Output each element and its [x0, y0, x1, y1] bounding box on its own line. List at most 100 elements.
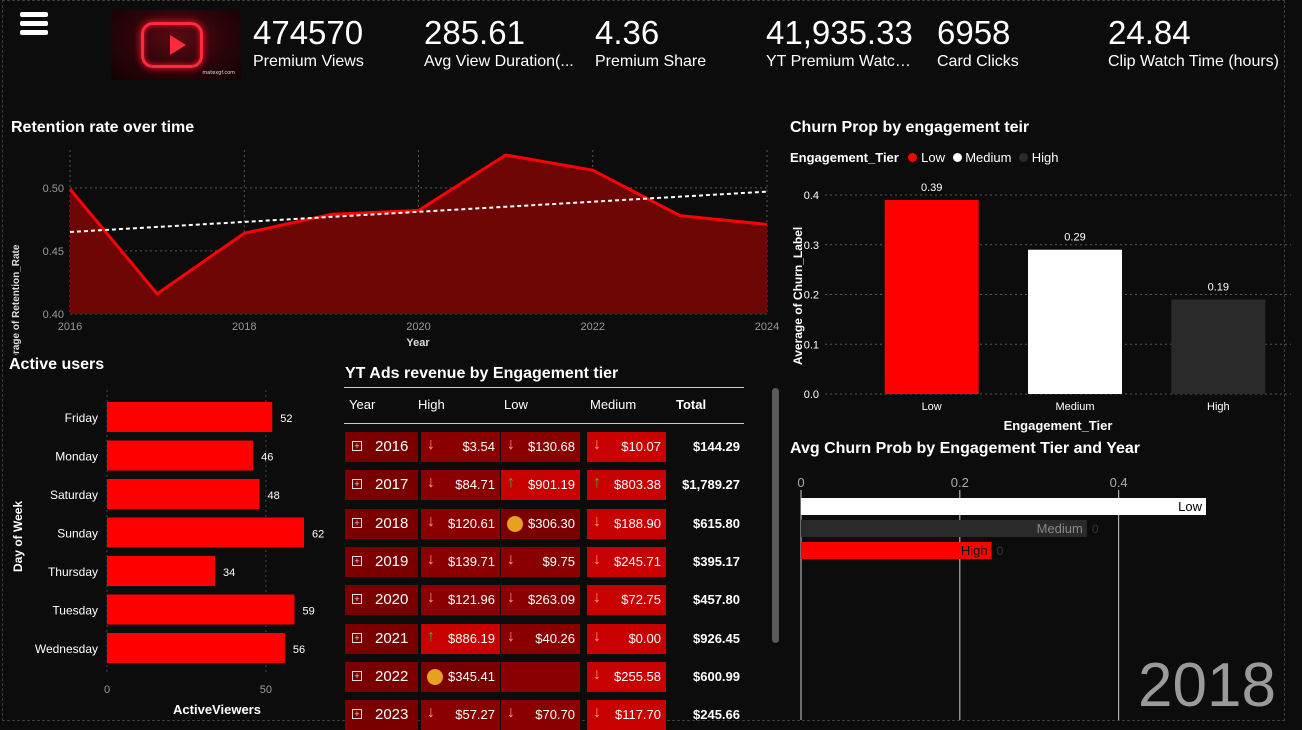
- avg-churn-bar-low[interactable]: [801, 498, 1206, 515]
- low-cell[interactable]: $306.30: [501, 508, 580, 539]
- y-tick-label: Sunday: [57, 527, 98, 541]
- col-header-medium[interactable]: Medium: [590, 397, 636, 412]
- x-tick-label: 2022: [581, 321, 605, 333]
- y-tick-label: 0.45: [43, 246, 64, 258]
- expand-plus-icon[interactable]: +: [352, 670, 362, 681]
- expand-plus-icon[interactable]: +: [352, 555, 362, 566]
- high-cell[interactable]: ↓ $84.71: [421, 470, 500, 501]
- high-cell[interactable]: ↓ $120.61: [421, 508, 500, 539]
- hamburger-icon[interactable]: [20, 12, 48, 38]
- high-cell[interactable]: ↓ $3.54: [421, 432, 500, 462]
- expand-plus-icon[interactable]: +: [352, 709, 362, 720]
- table-scrollbar[interactable]: [772, 388, 779, 718]
- avg-churn-title: Avg Churn Prob by Engagement Tier and Ye…: [790, 440, 1141, 457]
- low-value: $263.09: [528, 592, 575, 608]
- high-cell[interactable]: ↓ $139.71: [421, 546, 500, 577]
- active-users-bar[interactable]: [107, 633, 285, 663]
- medium-cell[interactable]: ↓ $255.58: [587, 661, 666, 692]
- medium-cell[interactable]: ↓ $0.00: [587, 623, 666, 654]
- retention-point[interactable]: [329, 212, 333, 216]
- year-value: 2019: [375, 552, 409, 570]
- expand-plus-icon[interactable]: +: [352, 441, 362, 451]
- retention-point[interactable]: [68, 187, 72, 191]
- active-users-chart[interactable]: Day of Week ActiveViewers 0 50 Friday 52 Mon…: [0, 380, 340, 720]
- scrollbar-thumb[interactable]: [772, 388, 779, 643]
- low-cell[interactable]: ↑ $901.19: [501, 470, 580, 501]
- expand-plus-icon[interactable]: +: [352, 479, 362, 490]
- legend-item-medium[interactable]: Medium: [952, 150, 1011, 165]
- low-cell[interactable]: [501, 661, 580, 692]
- churn-prop-chart[interactable]: Average of Churn_Label Engagement_Tier 0…: [780, 175, 1295, 437]
- medium-cell[interactable]: ↓ $72.75: [587, 585, 666, 616]
- legend-item-low[interactable]: Low: [908, 150, 945, 165]
- active-users-bar[interactable]: [107, 517, 304, 548]
- low-cell[interactable]: ↓ $9.75: [501, 546, 580, 577]
- retention-point[interactable]: [678, 214, 682, 218]
- year-cell[interactable]: +2019: [345, 546, 418, 577]
- expand-plus-icon[interactable]: +: [352, 517, 362, 528]
- churn-bar-high[interactable]: [1171, 299, 1266, 394]
- retention-point[interactable]: [417, 209, 421, 213]
- low-cell[interactable]: ↓ $40.26: [501, 623, 580, 654]
- medium-cell[interactable]: ↓ $188.90: [587, 508, 666, 539]
- col-header-low[interactable]: Low: [504, 397, 528, 412]
- high-cell[interactable]: ↓ $57.27: [421, 700, 500, 730]
- retention-point[interactable]: [765, 222, 769, 226]
- expand-plus-icon[interactable]: +: [352, 632, 362, 643]
- bar-end-label: 0: [1092, 522, 1099, 536]
- active-users-bar[interactable]: [107, 594, 295, 625]
- table-row[interactable]: +2023 ↓ $57.27 ↓ $70.70 ↓ $117.70 $245.66: [344, 700, 744, 730]
- active-users-bar[interactable]: [107, 479, 260, 509]
- table-row[interactable]: +2022 $345.41 ↓ $255.58 $600.99: [344, 661, 744, 692]
- table-row[interactable]: +2021 ↑ $886.19 ↓ $40.26 ↓ $0.00 $926.45: [344, 623, 744, 654]
- high-cell[interactable]: $345.41: [421, 661, 500, 692]
- active-users-bar[interactable]: [107, 440, 254, 471]
- table-header: Year High Low Medium Total: [344, 387, 744, 424]
- table-row[interactable]: +2018 ↓ $120.61 $306.30 ↓ $188.90 $615.80: [344, 508, 744, 539]
- year-cell[interactable]: +2016: [345, 432, 418, 462]
- youtube-play-icon: [141, 22, 203, 68]
- medium-cell[interactable]: ↑ $803.38: [587, 470, 666, 501]
- retention-point[interactable]: [504, 153, 508, 157]
- churn-xlabel: Engagement_Tier: [1004, 418, 1113, 433]
- col-header-total[interactable]: Total: [676, 397, 706, 412]
- medium-cell[interactable]: ↓ $245.71: [587, 546, 666, 577]
- expand-plus-icon[interactable]: +: [352, 594, 362, 605]
- arrow-down-icon: ↓: [427, 550, 435, 568]
- low-cell[interactable]: ↓ $263.09: [501, 585, 580, 616]
- active-users-bar[interactable]: [107, 556, 216, 586]
- table-row[interactable]: +2020 ↓ $121.96 ↓ $263.09 ↓ $72.75 $457.80: [344, 585, 744, 616]
- active-users-title: Active users: [9, 356, 105, 373]
- year-cell[interactable]: +2022: [345, 661, 418, 692]
- medium-cell[interactable]: ↓ $10.07: [587, 432, 666, 462]
- legend-dot-icon: [952, 153, 962, 162]
- medium-cell[interactable]: ↓ $117.70: [587, 700, 666, 730]
- bar-data-label: 59: [302, 606, 314, 618]
- low-cell[interactable]: ↓ $70.70: [501, 700, 580, 730]
- year-cell[interactable]: +2018: [345, 508, 418, 539]
- churn-bar-low[interactable]: [884, 199, 979, 394]
- col-header-high[interactable]: High: [418, 397, 445, 412]
- retention-point[interactable]: [591, 168, 595, 172]
- high-value: $139.71: [448, 553, 495, 569]
- churn-bar-medium[interactable]: [1028, 249, 1122, 394]
- active-users-bar[interactable]: [107, 402, 273, 432]
- table-row[interactable]: +2019 ↓ $139.71 ↓ $9.75 ↓ $245.71 $395.17: [344, 546, 744, 577]
- high-value: $886.19: [448, 630, 495, 646]
- low-cell[interactable]: ↓ $130.68: [501, 432, 580, 462]
- high-cell[interactable]: ↑ $886.19: [421, 623, 500, 654]
- retention-chart[interactable]: Average of Retention_Rate Year 2016 2018 2…: [0, 140, 790, 355]
- year-cell[interactable]: +2017: [345, 470, 418, 501]
- table-row[interactable]: +2016 ↓ $3.54 ↓ $130.68 ↓ $10.07 $144.29: [344, 432, 744, 462]
- year-cell[interactable]: +2021: [345, 623, 418, 654]
- arrow-down-icon: ↓: [593, 704, 601, 722]
- col-header-year[interactable]: Year: [349, 397, 375, 412]
- retention-point[interactable]: [242, 231, 246, 235]
- year-cell[interactable]: +2023: [345, 700, 418, 730]
- kpi-card-clicks: 6958 Card Clicks: [937, 14, 1087, 72]
- high-cell[interactable]: ↓ $121.96: [421, 585, 500, 616]
- retention-point[interactable]: [155, 292, 159, 296]
- table-row[interactable]: +2017 ↓ $84.71 ↑ $901.19 ↑ $803.38 $1,789.27: [344, 470, 744, 501]
- legend-item-high[interactable]: High: [1019, 150, 1058, 165]
- year-cell[interactable]: +2020: [345, 585, 418, 616]
